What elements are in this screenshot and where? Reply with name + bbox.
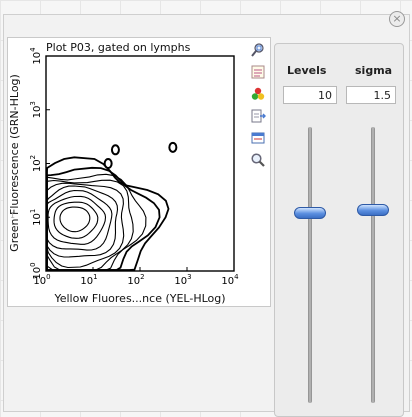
- levels-label: Levels: [287, 64, 327, 77]
- outlier-contour: [110, 144, 120, 156]
- sigma-input[interactable]: [346, 86, 396, 104]
- magnifier-icon[interactable]: [250, 152, 266, 168]
- export-icon[interactable]: [250, 108, 266, 124]
- y-axis-label: Green Fluorescence (GRN-HLog): [8, 74, 21, 252]
- plot-toolbar: [250, 42, 268, 174]
- y-tick-label: 104: [29, 47, 43, 65]
- y-tick-label: 101: [29, 209, 43, 226]
- window-icon[interactable]: [250, 130, 266, 146]
- close-icon[interactable]: ×: [389, 11, 405, 27]
- sigma-slider-thumb[interactable]: [357, 203, 389, 216]
- contour-plot: Plot P03, gated on lymphs 100 101 102 103 10…: [8, 41, 239, 305]
- levels-input[interactable]: [283, 86, 337, 104]
- contour-line: [46, 182, 125, 269]
- levels-slider-thumb[interactable]: [294, 206, 326, 219]
- x-axis-label: Yellow Fluores...nce (YEL-HLog): [53, 292, 225, 305]
- x-tick-label: 103: [174, 273, 191, 287]
- plot-card: Plot P03, gated on lymphs 100 101 102 103 10…: [7, 37, 271, 307]
- x-tick-label: 104: [221, 273, 239, 287]
- y-tick-label: 102: [29, 155, 43, 172]
- y-tick-label: 103: [29, 101, 43, 118]
- sigma-slider-track[interactable]: [371, 127, 375, 403]
- x-tick-label: 101: [80, 273, 97, 287]
- outlier-contour: [168, 141, 178, 153]
- contour-controls: Levels sigma: [274, 43, 404, 417]
- contour-line: [59, 206, 91, 233]
- contour-line: [46, 189, 113, 251]
- x-tick-label: 102: [127, 273, 144, 287]
- plot-title: Plot P03, gated on lymphs: [46, 41, 191, 54]
- color-palette-icon[interactable]: [250, 86, 266, 102]
- levels-slider-track[interactable]: [308, 127, 312, 403]
- side-marker: 1: [10, 211, 16, 220]
- outlier-contour: [103, 158, 113, 169]
- zoom-fit-icon[interactable]: [250, 42, 266, 58]
- plot-window: × Plot P03, gated on lymphs 100 101 102 103…: [3, 11, 410, 417]
- contour-line: [47, 195, 107, 245]
- y-tick-label: 100: [29, 262, 43, 279]
- notes-icon[interactable]: [250, 64, 266, 80]
- plot-frame: [45, 55, 235, 272]
- sigma-label: sigma: [355, 64, 393, 77]
- contour-lines: [46, 141, 178, 271]
